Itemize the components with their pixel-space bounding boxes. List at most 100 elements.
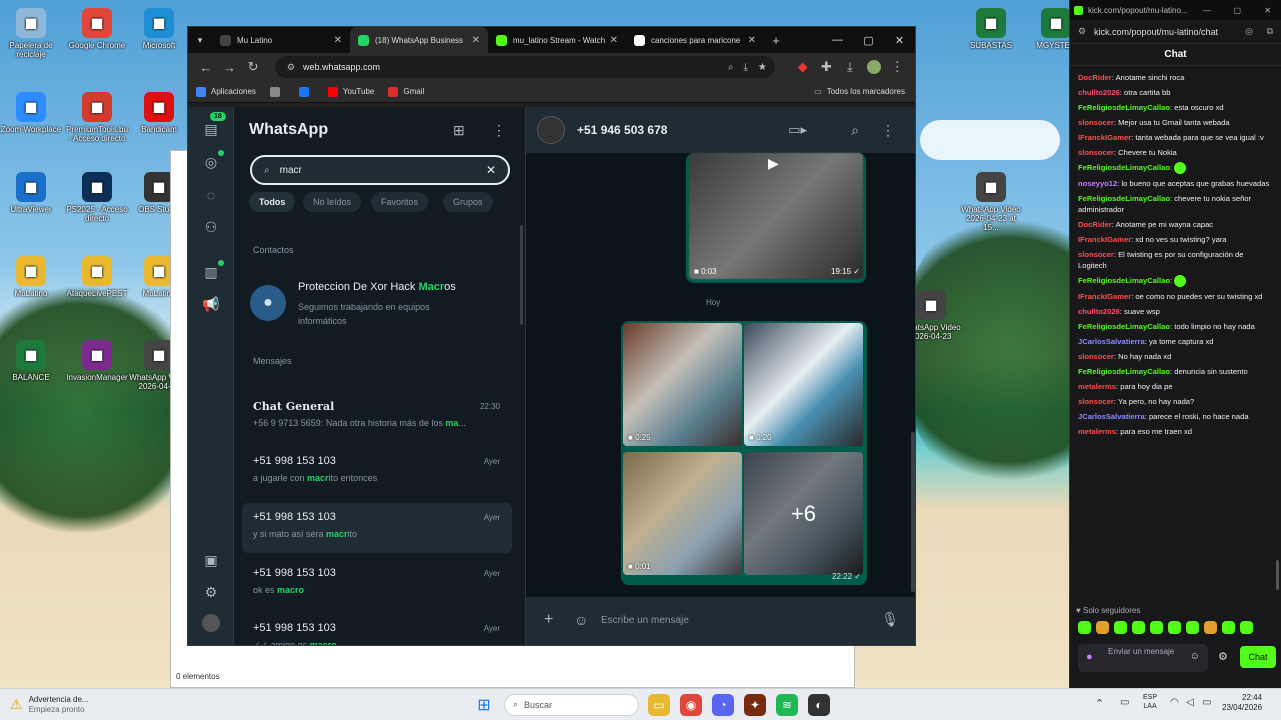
star-icon[interactable]: ★: [758, 62, 767, 73]
chat-result-row[interactable]: +51 998 153 103 Ayer y si mato así sera ma…: [242, 503, 512, 553]
game-icon[interactable]: ✦: [744, 693, 766, 716]
message-input[interactable]: Escribe un mensaje: [601, 615, 689, 626]
desktop-icon[interactable]: ◼ MuLatino: [0, 256, 62, 298]
chat-username[interactable]: slonsocer: [1078, 148, 1114, 157]
maximize-icon[interactable]: ▢: [853, 27, 884, 53]
chevron-up-icon[interactable]: ⌃: [1095, 697, 1104, 710]
chat-username[interactable]: FeReligiosdeLimayCallao: [1078, 103, 1170, 112]
clock[interactable]: 22:44 23/04/2026: [1222, 693, 1262, 713]
bookmark-item[interactable]: YouTube: [327, 86, 374, 97]
desktop-icon[interactable]: ◼ Papelera de reciclaje: [0, 8, 62, 59]
desktop-icon[interactable]: ◼ PS2025 - Acceso directo: [66, 172, 128, 223]
minimize-icon[interactable]: —: [822, 27, 853, 53]
emote-icon[interactable]: [1168, 621, 1181, 634]
extension-icon[interactable]: ◆: [791, 55, 815, 79]
close-icon[interactable]: ✕: [1264, 6, 1271, 15]
album-more-count[interactable]: +6: [744, 452, 863, 575]
emoji-icon[interactable]: ☺: [1190, 651, 1200, 662]
back-icon[interactable]: ←: [194, 55, 218, 79]
chat-username[interactable]: FeReligiosdeLimayCallao: [1078, 163, 1170, 172]
emote-icon[interactable]: [1240, 621, 1253, 634]
chat-username[interactable]: slonsocer: [1078, 250, 1114, 259]
browser-tab[interactable]: (18) WhatsApp Business ✕: [350, 27, 488, 53]
desktop-icon[interactable]: ◼ UltraViewer: [0, 172, 62, 214]
chat-username[interactable]: FeReligiosdeLimayCallao: [1078, 367, 1170, 376]
album-message[interactable]: ■ 0:25 ■ 0:20 ■ 0:01 +6 22:22 ✓: [621, 321, 867, 585]
desktop-icon[interactable]: ◼ Google Chrome: [66, 8, 128, 50]
contact-avatar[interactable]: [537, 116, 565, 144]
desktop-icon[interactable]: ◼ WhatsApp Video 2026-04-23 at 15...: [960, 172, 1022, 232]
all-bookmarks[interactable]: ▭ Todos los marcadores: [814, 87, 905, 96]
discord-icon[interactable]: ◔: [712, 693, 734, 716]
eye-off-icon[interactable]: ◎: [1245, 26, 1253, 37]
chat-username[interactable]: slonsocer: [1078, 397, 1114, 406]
search-input[interactable]: ⌕ macr ✕: [250, 155, 510, 185]
microphone-icon[interactable]: 🎙: [881, 611, 899, 628]
copy-icon[interactable]: ⧉: [1267, 26, 1273, 37]
settings-gear-icon[interactable]: ⚙: [1218, 650, 1228, 663]
album-video-thumbnail[interactable]: ■ 0:20: [744, 323, 863, 446]
tab-close-icon[interactable]: ✕: [610, 35, 618, 46]
play-icon[interactable]: ▶: [768, 155, 779, 172]
taskbar-search[interactable]: ⌕ Buscar: [504, 693, 639, 716]
chats-icon[interactable]: ▤: [201, 119, 221, 139]
wifi-icon[interactable]: ◠: [1170, 697, 1179, 708]
contact-name[interactable]: Proteccion De Xor Hack Macros: [298, 281, 456, 293]
sticker-icon[interactable]: ☺: [574, 612, 588, 628]
settings-gear-icon[interactable]: ⚙: [201, 582, 221, 602]
new-chat-icon[interactable]: ⊞: [453, 122, 465, 139]
new-tab-button[interactable]: +: [764, 28, 788, 52]
send-chat-button[interactable]: Chat: [1240, 646, 1276, 668]
browser-tab[interactable]: Mu Latino ✕: [212, 27, 350, 53]
chat-username[interactable]: slonsocer: [1078, 352, 1114, 361]
clear-search-icon[interactable]: ✕: [486, 163, 496, 177]
popout-url-bar[interactable]: ⚙ kick.com/popout/mu-latino/chat ◎ ⧉: [1070, 20, 1281, 44]
desktop-icon[interactable]: ◼ PremiumTools.bu - Acceso directo: [66, 92, 128, 143]
album-video-thumbnail[interactable]: ■ 0:01: [623, 452, 742, 575]
ads-megaphone-icon[interactable]: 📢: [201, 294, 221, 314]
chat-username[interactable]: JCarlosSalvatierra: [1078, 412, 1145, 421]
spotify-icon[interactable]: ≋: [776, 693, 798, 716]
chat-username[interactable]: chullto2026: [1078, 88, 1120, 97]
tab-close-icon[interactable]: ✕: [472, 35, 480, 46]
chat-username[interactable]: JCarlosSalvatierra: [1078, 337, 1145, 346]
start-icon[interactable]: ⊞: [473, 694, 495, 716]
desktop-icon[interactable]: ◼ Microsoft: [128, 8, 190, 50]
desktop-icon[interactable]: ◼ Bandicam: [128, 92, 190, 134]
address-bar[interactable]: ⚙ web.whatsapp.com ⌕ ⤓ ★: [274, 56, 775, 78]
tab-close-icon[interactable]: ✕: [334, 35, 342, 46]
desktop-icon[interactable]: ◼ Zoom Workplace: [0, 92, 62, 134]
emote-icon[interactable]: [1204, 621, 1217, 634]
network-icon[interactable]: ▭: [1120, 697, 1129, 708]
bookmark-item[interactable]: Aplicaciones: [196, 86, 256, 97]
language-indicator[interactable]: ESP LAA: [1143, 693, 1157, 711]
profile-avatar[interactable]: [862, 55, 886, 79]
chat-username[interactable]: metalerms: [1078, 427, 1116, 436]
video-call-icon[interactable]: ▭▸: [788, 122, 807, 138]
desktop-icon[interactable]: ◼ BALANCE: [0, 340, 62, 382]
extensions-puzzle-icon[interactable]: ✚: [815, 55, 839, 79]
file-explorer-icon[interactable]: ▭: [648, 693, 670, 716]
video-message[interactable]: ▶ ■ 0:03 19:15 ✓: [686, 153, 866, 283]
forward-icon[interactable]: →: [218, 55, 242, 79]
bookmark-item[interactable]: [269, 86, 285, 97]
site-info-icon[interactable]: ⚙: [287, 62, 295, 73]
chat-username[interactable]: slonsocer: [1078, 118, 1114, 127]
chat-result-row[interactable]: +51 998 153 103 Ayer ✓✓ amigo es macro: [242, 614, 512, 645]
emote-icon[interactable]: [1222, 621, 1235, 634]
chat-username[interactable]: noseyyo12: [1078, 179, 1117, 188]
chat-username[interactable]: FeReligiosdeLimayCallao: [1078, 322, 1170, 331]
chat-username[interactable]: FeReligiosdeLimayCallao: [1078, 276, 1170, 285]
list-scrollbar[interactable]: [520, 225, 523, 325]
filter-chip[interactable]: Grupos: [443, 192, 493, 212]
chat-scrollbar[interactable]: [1276, 560, 1279, 590]
profile-avatar[interactable]: [202, 614, 220, 632]
minimize-icon[interactable]: —: [1203, 6, 1211, 15]
chat-username[interactable]: IFranckIGamer: [1078, 133, 1131, 142]
chat-username[interactable]: FeReligiosdeLimayCallao: [1078, 194, 1170, 203]
close-icon[interactable]: ✕: [884, 27, 915, 53]
browser-tab[interactable]: mu_latino Stream - Watch ✕: [488, 27, 626, 53]
chat-username[interactable]: DocRider: [1078, 73, 1112, 82]
chat-result-row[interactable]: +51 998 153 103 Ayer a jugarle con macrito…: [242, 447, 512, 497]
desktop-icon[interactable]: ◼ AtaqueLivePEST: [66, 256, 128, 298]
